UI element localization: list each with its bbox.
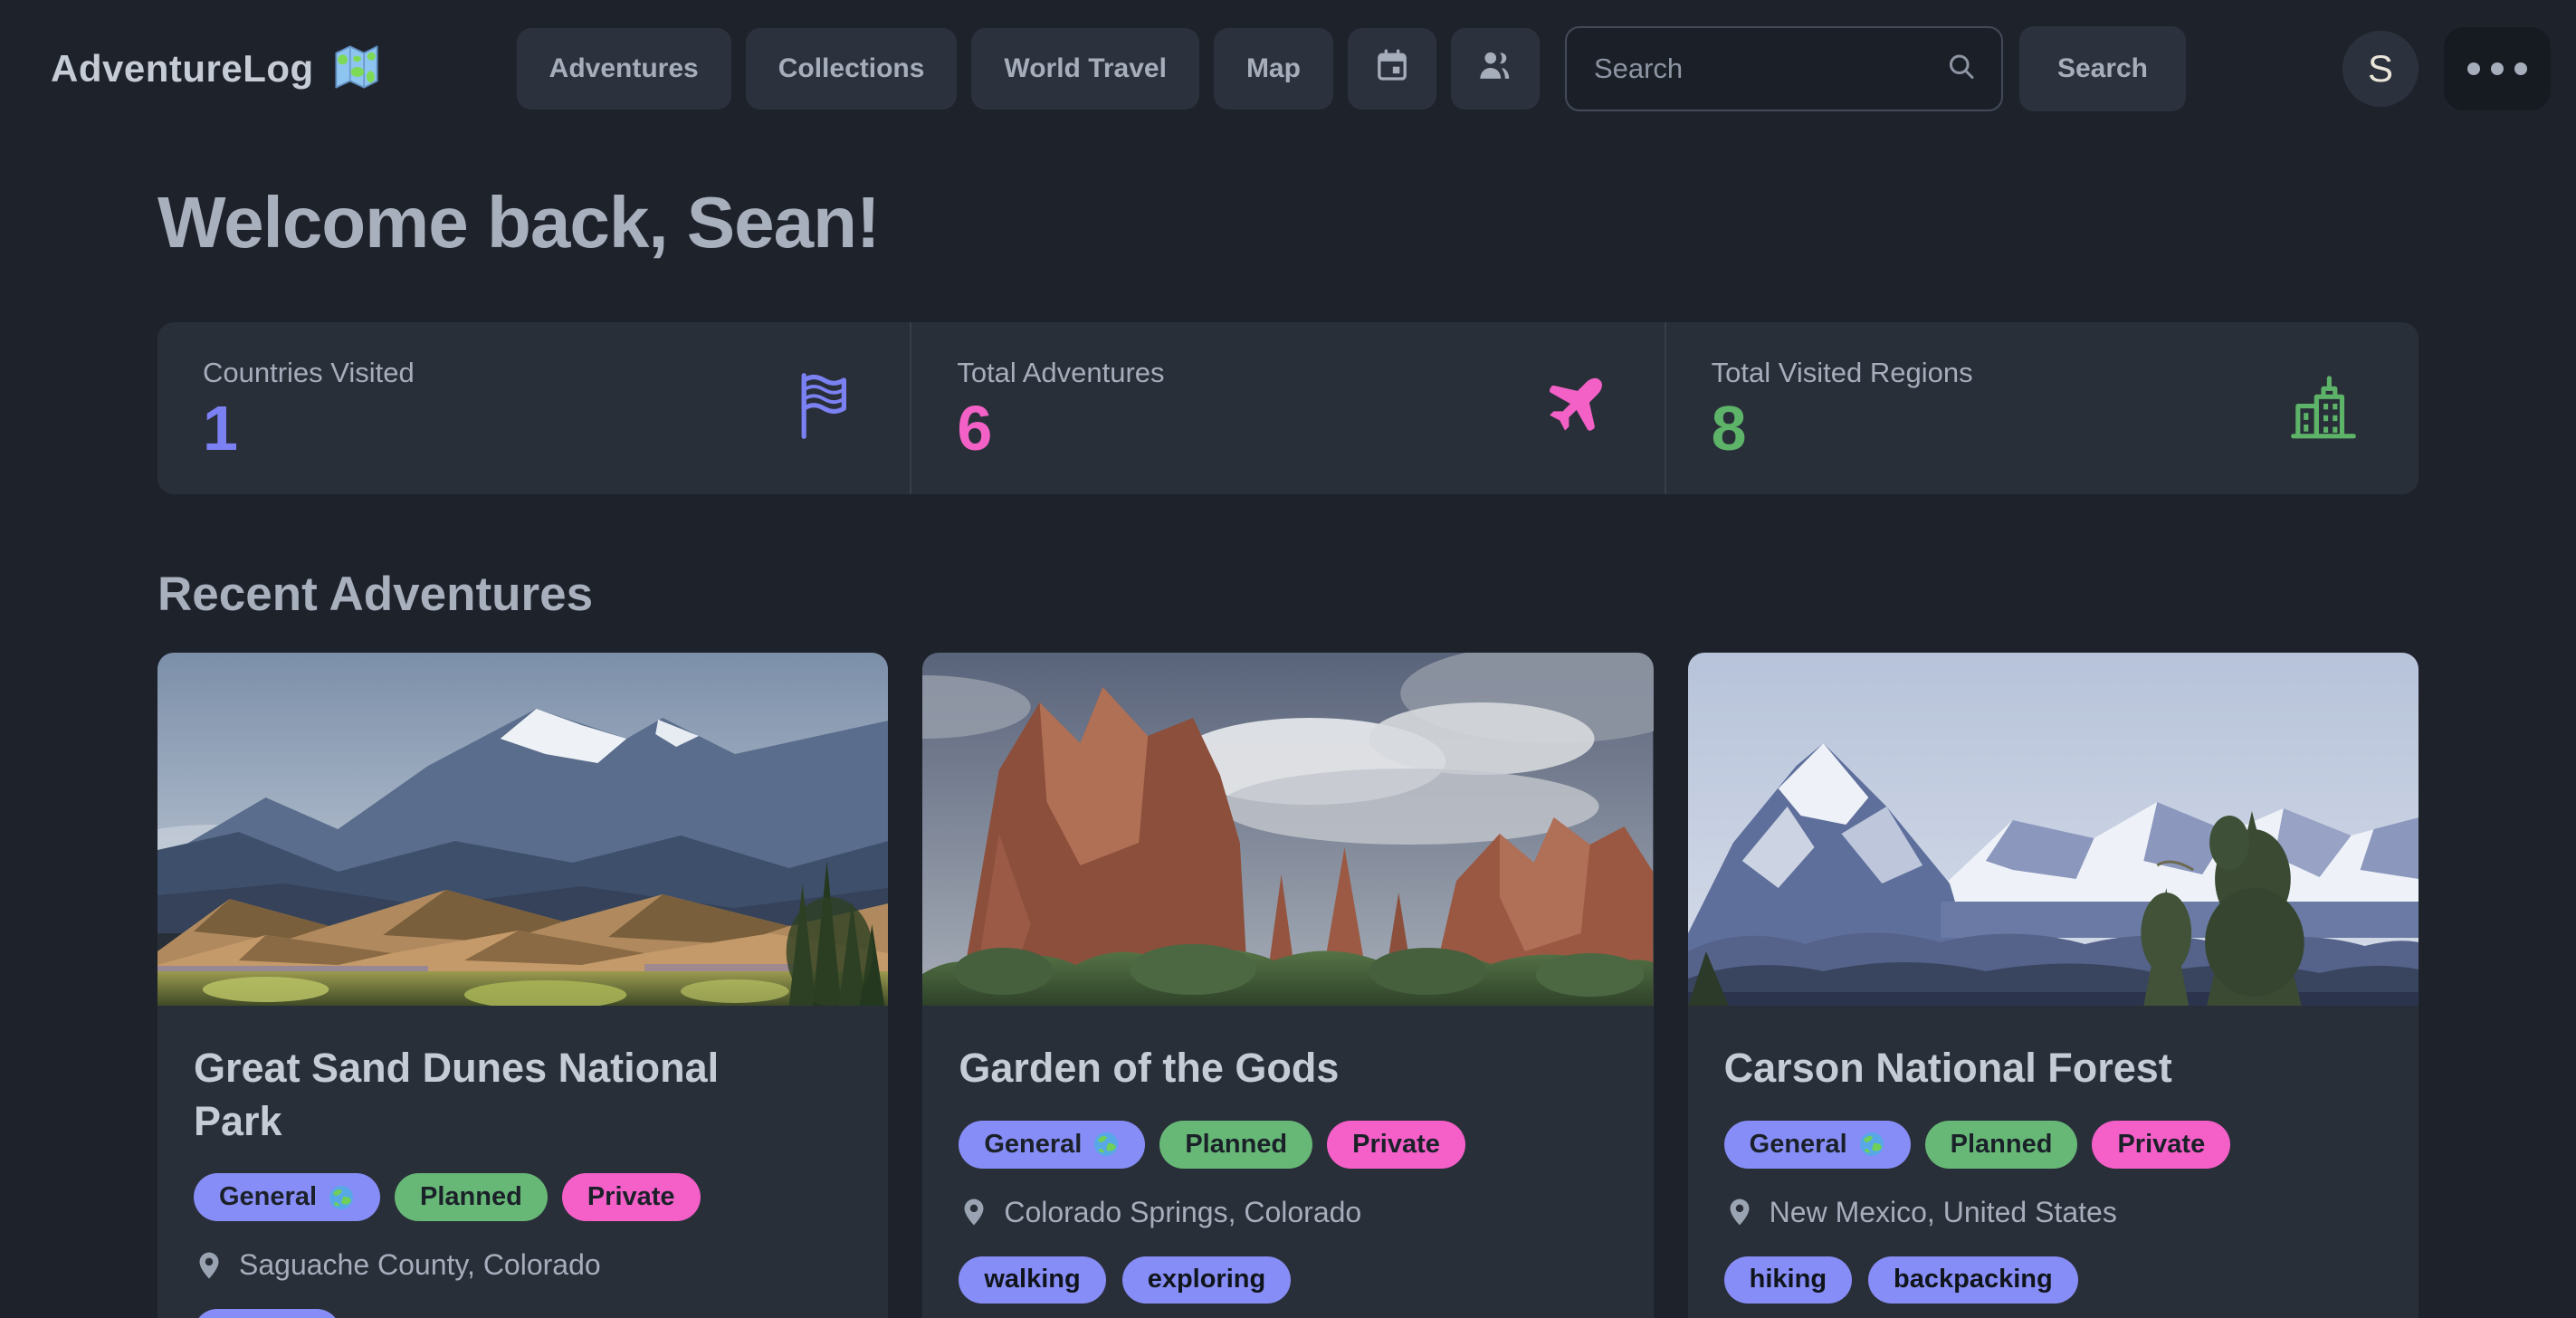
adventure-card[interactable]: Carson National Forest General Planned P… [1688, 653, 2419, 1318]
nav-collections-button[interactable]: Collections [746, 28, 958, 110]
location-pin-icon [194, 1250, 224, 1281]
app-title: AdventureLog [51, 47, 314, 91]
top-navbar: AdventureLog Adventures Collections Worl… [0, 0, 2576, 138]
tags-row: walking exploring [959, 1256, 1617, 1304]
search-area: Search [1565, 26, 2186, 111]
adventure-title[interactable]: Great Sand Dunes National Park [194, 1042, 782, 1148]
stat-countries-visited: Countries Visited 1 [157, 322, 910, 494]
tags-row: hiking backpacking [1724, 1256, 2382, 1304]
status-badge: Planned [1159, 1121, 1312, 1169]
activity-tag: walking [959, 1256, 1105, 1304]
stats-panel: Countries Visited 1 Total Adventures 6 [157, 322, 2419, 494]
visibility-badge: Private [2092, 1121, 2230, 1169]
city-icon [2286, 369, 2361, 448]
map-emoji-icon [330, 41, 383, 98]
overflow-menu-button[interactable] [2444, 27, 2551, 110]
snowy-mountains-photo[interactable] [1688, 653, 2419, 1006]
globe-icon [1858, 1131, 1885, 1158]
adventure-card[interactable]: Garden of the Gods General Planned Priva… [922, 653, 1653, 1318]
location-row: Saguache County, Colorado [194, 1248, 852, 1282]
users-icon [1476, 46, 1514, 91]
stat-title: Total Visited Regions [1712, 357, 2373, 389]
card-body: Great Sand Dunes National Park General P… [157, 1006, 888, 1318]
search-button[interactable]: Search [2019, 26, 2186, 111]
location-row: New Mexico, United States [1724, 1196, 2382, 1229]
badges-row: General Planned Private [1724, 1121, 2382, 1169]
location-text: New Mexico, United States [1770, 1196, 2117, 1229]
nav-adventures-button[interactable]: Adventures [517, 28, 731, 110]
location-text: Colorado Springs, Colorado [1004, 1196, 1361, 1229]
user-avatar[interactable]: S [2342, 31, 2419, 107]
category-badge: General [1724, 1121, 1911, 1169]
recent-adventures-heading: Recent Adventures [157, 567, 2419, 622]
welcome-heading: Welcome back, Sean! [157, 181, 2419, 264]
app-logo[interactable]: AdventureLog [51, 41, 383, 98]
ellipsis-icon [2467, 62, 2527, 75]
location-pin-icon [1724, 1197, 1755, 1227]
stat-value: 6 [957, 396, 1618, 460]
category-badge: General [959, 1121, 1145, 1169]
users-button[interactable] [1451, 28, 1540, 110]
badge-label: General [1750, 1130, 1847, 1160]
search-icon [1945, 51, 1978, 88]
stat-total-adventures: Total Adventures 6 [910, 322, 1664, 494]
search-input[interactable] [1565, 26, 2003, 111]
globe-icon [328, 1184, 355, 1211]
main-content: Welcome back, Sean! Countries Visited 1 … [0, 181, 2576, 1318]
sand-dunes-photo[interactable] [157, 653, 888, 1006]
adventure-title[interactable]: Carson National Forest [1724, 1042, 2313, 1095]
calendar-icon [1374, 47, 1410, 91]
plane-icon [1540, 373, 1607, 444]
nav-world-travel-button[interactable]: World Travel [971, 28, 1199, 110]
card-body: Carson National Forest General Planned P… [1688, 1006, 2419, 1318]
adventure-card[interactable]: Great Sand Dunes National Park General P… [157, 653, 888, 1318]
location-text: Saguache County, Colorado [239, 1248, 601, 1282]
activity-tag: walking [194, 1309, 340, 1318]
activity-tag: hiking [1724, 1256, 1852, 1304]
stat-value: 1 [203, 396, 864, 460]
stat-total-visited-regions: Total Visited Regions 8 [1665, 322, 2419, 494]
location-row: Colorado Springs, Colorado [959, 1196, 1617, 1229]
visibility-badge: Private [1327, 1121, 1465, 1169]
status-badge: Planned [395, 1173, 548, 1221]
badges-row: General Planned Private [194, 1173, 852, 1221]
status-badge: Planned [1925, 1121, 2078, 1169]
activity-tag: exploring [1122, 1256, 1292, 1304]
flag-icon [794, 371, 852, 446]
adventure-cards-grid: Great Sand Dunes National Park General P… [157, 653, 2419, 1318]
red-rock-spires-photo[interactable] [922, 653, 1653, 1006]
badge-label: General [984, 1130, 1082, 1160]
card-body: Garden of the Gods General Planned Priva… [922, 1006, 1653, 1318]
tags-row: walking [194, 1309, 852, 1318]
location-pin-icon [959, 1197, 989, 1227]
primary-nav: Adventures Collections World Travel Map [517, 28, 1540, 110]
search-field-wrap [1565, 26, 2003, 111]
stat-value: 8 [1712, 396, 2373, 460]
visibility-badge: Private [562, 1173, 701, 1221]
calendar-button[interactable] [1348, 28, 1436, 110]
nav-map-button[interactable]: Map [1214, 28, 1333, 110]
stat-title: Countries Visited [203, 357, 864, 389]
stat-title: Total Adventures [957, 357, 1618, 389]
adventure-title[interactable]: Garden of the Gods [959, 1042, 1547, 1095]
category-badge: General [194, 1173, 380, 1221]
globe-icon [1092, 1131, 1120, 1158]
activity-tag: backpacking [1868, 1256, 2078, 1304]
badges-row: General Planned Private [959, 1121, 1617, 1169]
badge-label: General [219, 1182, 317, 1212]
